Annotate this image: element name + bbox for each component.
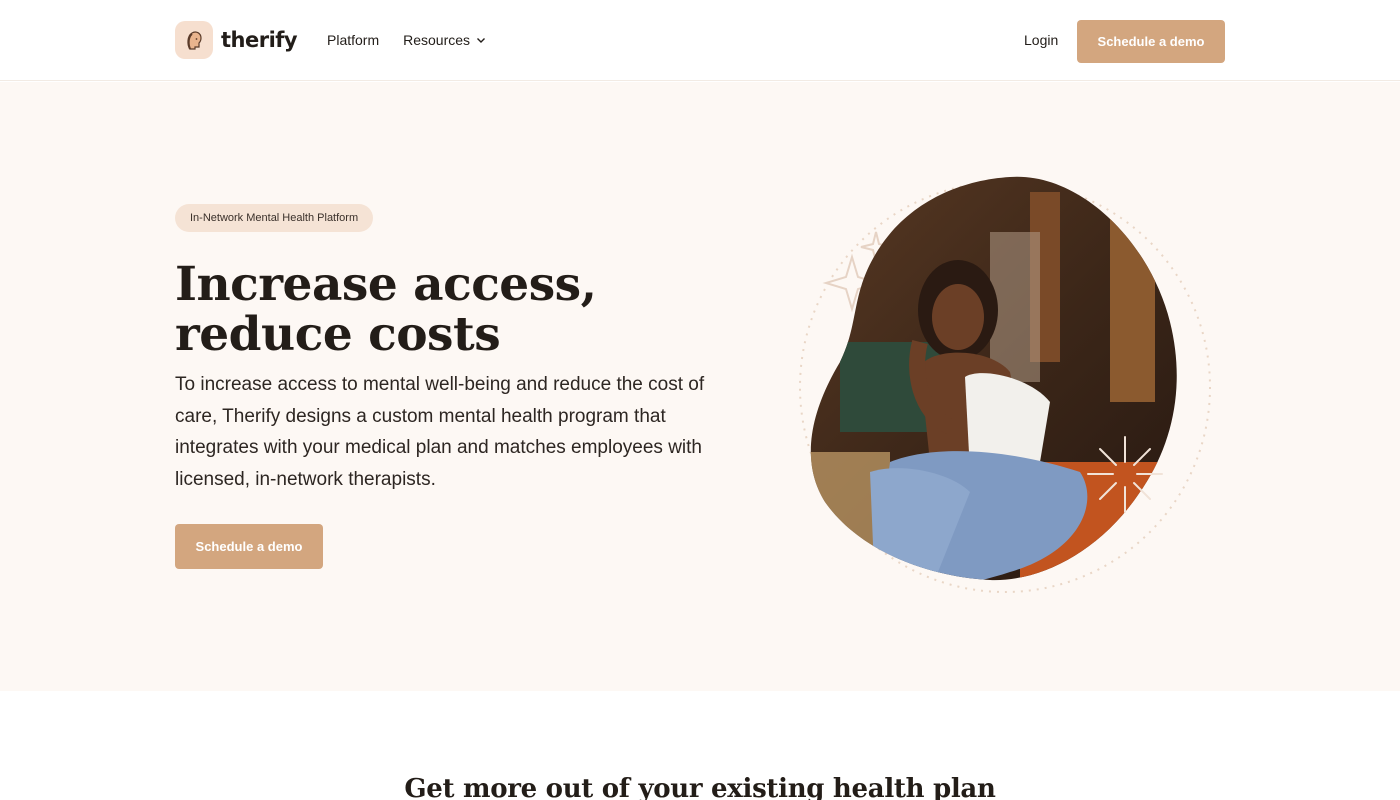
hero-title: Increase access, reduce costs: [175, 260, 735, 360]
site-header: therify Platform Resources Login Schedul…: [0, 0, 1400, 81]
section-title: Get more out of your existing health pla…: [404, 774, 996, 800]
nav-item-label: Resources: [403, 32, 471, 48]
nav-item-label: Platform: [327, 32, 380, 48]
woman-photo: [810, 176, 1177, 581]
hero-description: To increase access to mental well-being …: [175, 374, 705, 490]
schedule-demo-button-header[interactable]: Schedule a demo: [1077, 20, 1225, 63]
main-nav: Platform Resources: [327, 32, 486, 48]
login-link[interactable]: Login: [1024, 32, 1058, 48]
nav-item-platform[interactable]: Platform: [327, 32, 379, 48]
hero-title-line1: Increase access,: [175, 257, 597, 312]
chevron-down-icon: [477, 38, 486, 43]
hero-photo: [799, 176, 1211, 593]
head-profile-icon: [175, 21, 213, 59]
brand-logo[interactable]: therify: [175, 21, 298, 59]
schedule-demo-button-hero[interactable]: Schedule a demo: [175, 524, 323, 569]
nav-item-resources[interactable]: Resources: [403, 32, 486, 48]
platform-badge: In-Network Mental Health Platform: [175, 204, 374, 232]
brand-name: therify: [221, 28, 298, 52]
hero-title-line2: reduce costs: [175, 307, 501, 362]
hero-section: In-Network Mental Health Platform Increa…: [0, 82, 1400, 691]
